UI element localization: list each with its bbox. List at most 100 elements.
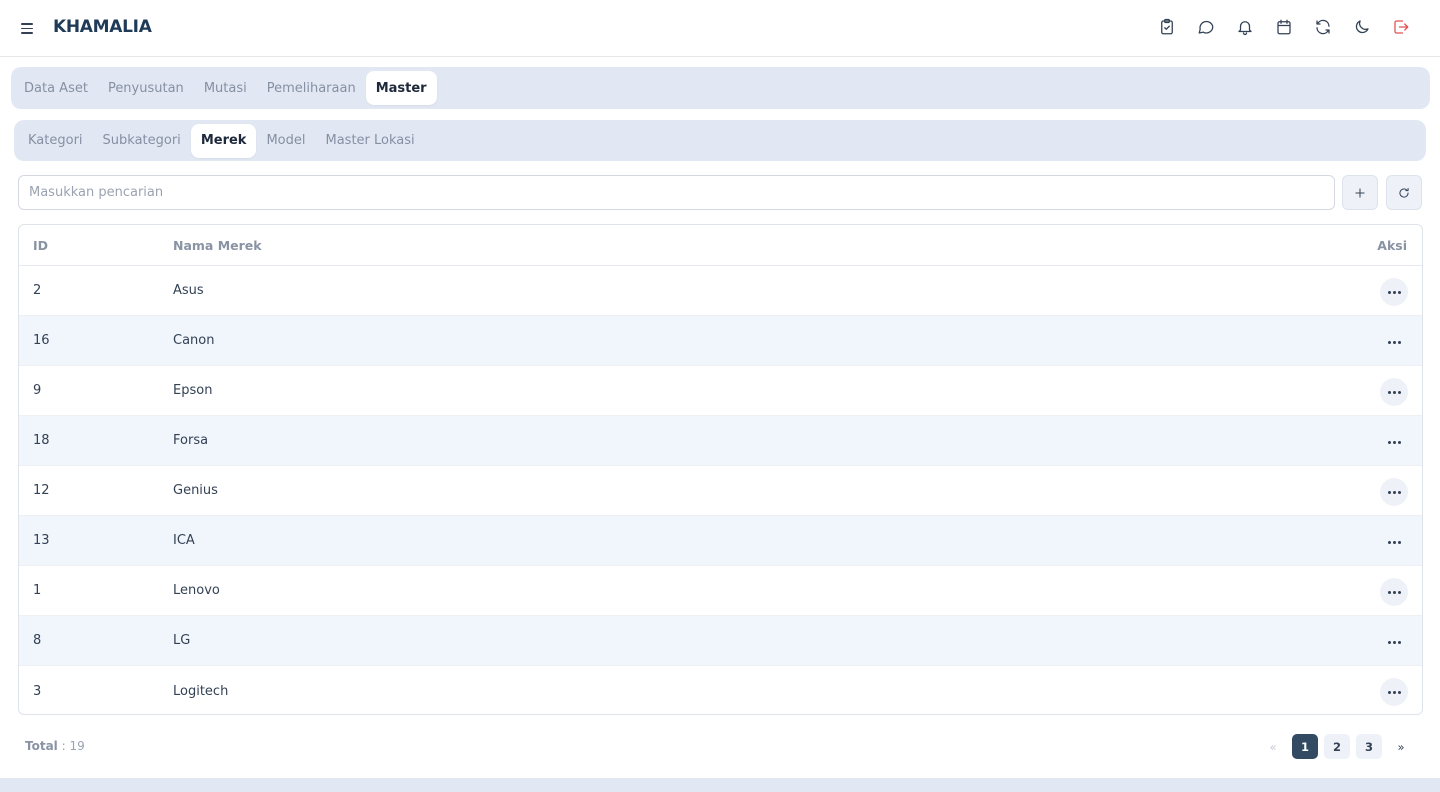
dot (1387, 540, 1391, 544)
tab-merek[interactable]: Merek (190, 123, 257, 158)
header-name: Nama Merek (173, 237, 262, 253)
tab-pemeliharaan[interactable]: Pemeliharaan (257, 71, 366, 105)
dot (1392, 490, 1396, 494)
moon-icon[interactable] (1351, 16, 1373, 38)
pagination: « 1 2 3 » (1260, 734, 1414, 759)
header-id: ID (33, 237, 49, 253)
main-tabs: Data Aset Penyusutan Mutasi Pemeliharaan… (11, 67, 1430, 109)
add-button[interactable] (1342, 175, 1378, 210)
dot (1387, 390, 1391, 394)
dot (1387, 290, 1391, 294)
dot (1397, 540, 1401, 544)
dot (1392, 390, 1396, 394)
dot (1397, 490, 1401, 494)
table-row: 1 Lenovo (19, 566, 1422, 616)
pagination-page-1[interactable]: 1 (1292, 734, 1318, 759)
dot (1387, 590, 1391, 594)
table-row: 18 Forsa (19, 416, 1422, 466)
row-actions-button[interactable] (1380, 528, 1408, 556)
table-row: 16 Canon (19, 316, 1422, 366)
table-header: ID Nama Merek Aksi (19, 225, 1422, 266)
cell-id: 2 (33, 283, 42, 298)
dot (1392, 440, 1396, 444)
dot (1392, 690, 1396, 694)
tab-master-lokasi[interactable]: Master Lokasi (316, 124, 425, 158)
cell-name: Genius (173, 483, 218, 498)
cell-name: Logitech (173, 683, 229, 699)
footer-strip (0, 778, 1440, 792)
table-row: 3 Logitech (19, 666, 1422, 714)
dot (1392, 540, 1396, 544)
pagination-next[interactable]: » (1388, 734, 1414, 759)
app-title: KHAMALIA (53, 17, 152, 37)
cell-id: 8 (33, 633, 42, 648)
row-actions-button[interactable] (1380, 628, 1408, 656)
calendar-icon[interactable] (1273, 16, 1295, 38)
row-actions-button[interactable] (1380, 278, 1408, 306)
dot (1387, 490, 1391, 494)
cell-name: LG (173, 633, 191, 648)
reload-button[interactable] (1386, 175, 1422, 210)
tab-penyusutan[interactable]: Penyusutan (98, 71, 194, 105)
search-input[interactable] (18, 175, 1335, 210)
cell-name: Canon (173, 333, 215, 348)
table-row: 13 ICA (19, 516, 1422, 566)
tab-kategori[interactable]: Kategori (18, 124, 93, 158)
table-row: 9 Epson (19, 366, 1422, 416)
total-separator: : (57, 739, 70, 753)
tab-data-aset[interactable]: Data Aset (14, 71, 98, 105)
row-actions-button[interactable] (1380, 678, 1408, 706)
dot (1387, 440, 1391, 444)
top-bar: KHAMALIA (0, 0, 1440, 57)
clipboard-check-icon[interactable] (1156, 16, 1178, 38)
cell-id: 16 (33, 333, 50, 348)
cell-id: 12 (33, 483, 50, 498)
refresh-cycle-icon[interactable] (1312, 16, 1334, 38)
brand-table: ID Nama Merek Aksi 2 Asus 16 Canon 9 Epson 18 F… (18, 224, 1423, 715)
table-row: 12 Genius (19, 466, 1422, 516)
tab-subkategori[interactable]: Subkategori (93, 124, 191, 158)
row-actions-button[interactable] (1380, 428, 1408, 456)
cell-id: 18 (33, 433, 50, 448)
row-actions-button[interactable] (1380, 378, 1408, 406)
reload-icon (1399, 187, 1409, 198)
dot (1397, 390, 1401, 394)
dot (1387, 340, 1391, 344)
cell-name: Epson (173, 383, 213, 398)
cell-id: 9 (33, 383, 42, 398)
pagination-prev[interactable]: « (1260, 734, 1286, 759)
total-label: Total (25, 739, 58, 753)
plus-icon (1355, 187, 1365, 198)
tab-mutasi[interactable]: Mutasi (194, 71, 257, 105)
logout-icon[interactable] (1390, 16, 1412, 38)
cell-name: Lenovo (173, 583, 220, 598)
pagination-page-2[interactable]: 2 (1324, 734, 1350, 759)
hamburger-menu-icon[interactable] (19, 20, 37, 36)
total-count: Total : 19 (25, 739, 85, 753)
bell-icon[interactable] (1234, 16, 1256, 38)
cell-name: ICA (173, 533, 195, 548)
dot (1397, 340, 1401, 344)
row-actions-button[interactable] (1380, 478, 1408, 506)
dot (1397, 290, 1401, 294)
dot (1397, 690, 1401, 694)
cell-id: 13 (33, 533, 50, 548)
row-actions-button[interactable] (1380, 328, 1408, 356)
cell-name: Asus (173, 283, 204, 298)
dot (1392, 590, 1396, 594)
dot (1397, 440, 1401, 444)
header-actions (1156, 16, 1412, 38)
cell-name: Forsa (173, 433, 209, 448)
chat-bubble-icon[interactable] (1195, 16, 1217, 38)
dot (1392, 290, 1396, 294)
row-actions-button[interactable] (1380, 578, 1408, 606)
table-row: 8 LG (19, 616, 1422, 666)
header-action: Aksi (1377, 237, 1407, 253)
dot (1392, 640, 1396, 644)
pagination-page-3[interactable]: 3 (1356, 734, 1382, 759)
table-body: 2 Asus 16 Canon 9 Epson 18 Forsa 12 Genius 13 ICA 1 L… (19, 266, 1422, 714)
tab-master[interactable]: Master (365, 71, 437, 105)
tab-model[interactable]: Model (256, 124, 315, 158)
sub-tabs: Kategori Subkategori Merek Model Master … (14, 120, 1426, 161)
dot (1387, 640, 1391, 644)
